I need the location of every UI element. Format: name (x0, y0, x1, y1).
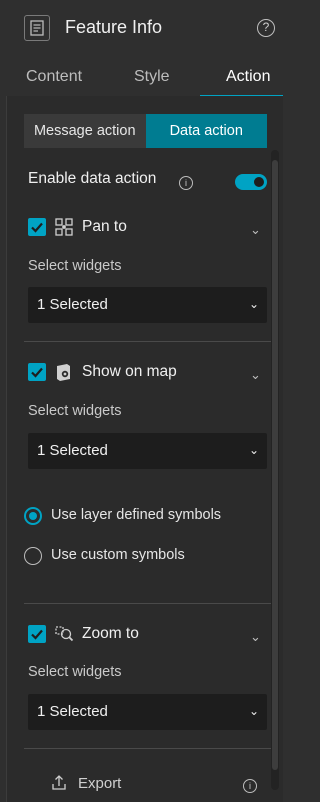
chevron-down-icon: ⌄ (248, 297, 259, 311)
pan-to-select-label: Select widgets (28, 258, 122, 274)
pan-to-icon (54, 217, 74, 237)
export-icon[interactable] (50, 773, 68, 791)
info-icon[interactable]: i (179, 176, 193, 190)
tab-content[interactable]: Content (26, 68, 82, 86)
show-on-map-widget-select[interactable]: 1 Selected ⌄ (28, 433, 267, 469)
custom-symbols-label: Use custom symbols (51, 547, 185, 563)
tab-bar: Content Style Action (6, 62, 283, 97)
enable-data-action-label: Enable data action (28, 170, 157, 187)
show-on-map-select-value: 1 Selected (37, 442, 108, 459)
enable-data-action-toggle[interactable] (235, 174, 267, 190)
show-on-map-icon (54, 362, 74, 382)
show-on-map-select-label: Select widgets (28, 403, 122, 419)
divider (24, 341, 271, 342)
custom-symbols-radio[interactable] (24, 547, 42, 565)
action-mode-toggle: Message action Data action (24, 114, 267, 148)
show-on-map-expand-chevron-icon[interactable]: ⌄ (250, 367, 261, 383)
divider (24, 603, 271, 604)
pan-to-label: Pan to (82, 218, 127, 235)
pan-to-expand-chevron-icon[interactable]: ⌄ (250, 222, 261, 238)
scrollbar-thumb[interactable] (272, 160, 278, 770)
divider (24, 748, 271, 749)
pan-to-checkbox[interactable] (28, 218, 46, 236)
tab-style[interactable]: Style (134, 68, 170, 86)
zoom-to-label: Zoom to (82, 625, 139, 642)
zoom-to-icon (54, 624, 74, 644)
question-circle-icon[interactable]: ? (257, 19, 275, 37)
data-action-button[interactable]: Data action (145, 114, 267, 148)
export-button-label[interactable]: Export (78, 775, 121, 792)
zoom-to-select-label: Select widgets (28, 664, 122, 680)
tab-action[interactable]: Action (226, 68, 270, 86)
layer-symbols-radio[interactable] (24, 507, 42, 525)
zoom-to-expand-chevron-icon[interactable]: ⌄ (250, 629, 261, 645)
show-on-map-label: Show on map (82, 363, 177, 380)
zoom-to-checkbox[interactable] (28, 625, 46, 643)
panel-title: Feature Info (65, 17, 163, 37)
zoom-to-widget-select[interactable]: 1 Selected ⌄ (28, 694, 267, 730)
export-info-icon[interactable]: i (243, 779, 257, 793)
chevron-down-icon: ⌄ (248, 443, 259, 457)
chevron-down-icon: ⌄ (248, 704, 259, 718)
pan-to-widget-select[interactable]: 1 Selected ⌄ (28, 287, 267, 323)
message-action-button[interactable]: Message action (24, 114, 146, 148)
pan-to-select-value: 1 Selected (37, 296, 108, 313)
show-on-map-checkbox[interactable] (28, 363, 46, 381)
layer-symbols-label: Use layer defined symbols (51, 507, 222, 523)
zoom-to-select-value: 1 Selected (37, 703, 108, 720)
feature-info-icon (24, 15, 50, 41)
